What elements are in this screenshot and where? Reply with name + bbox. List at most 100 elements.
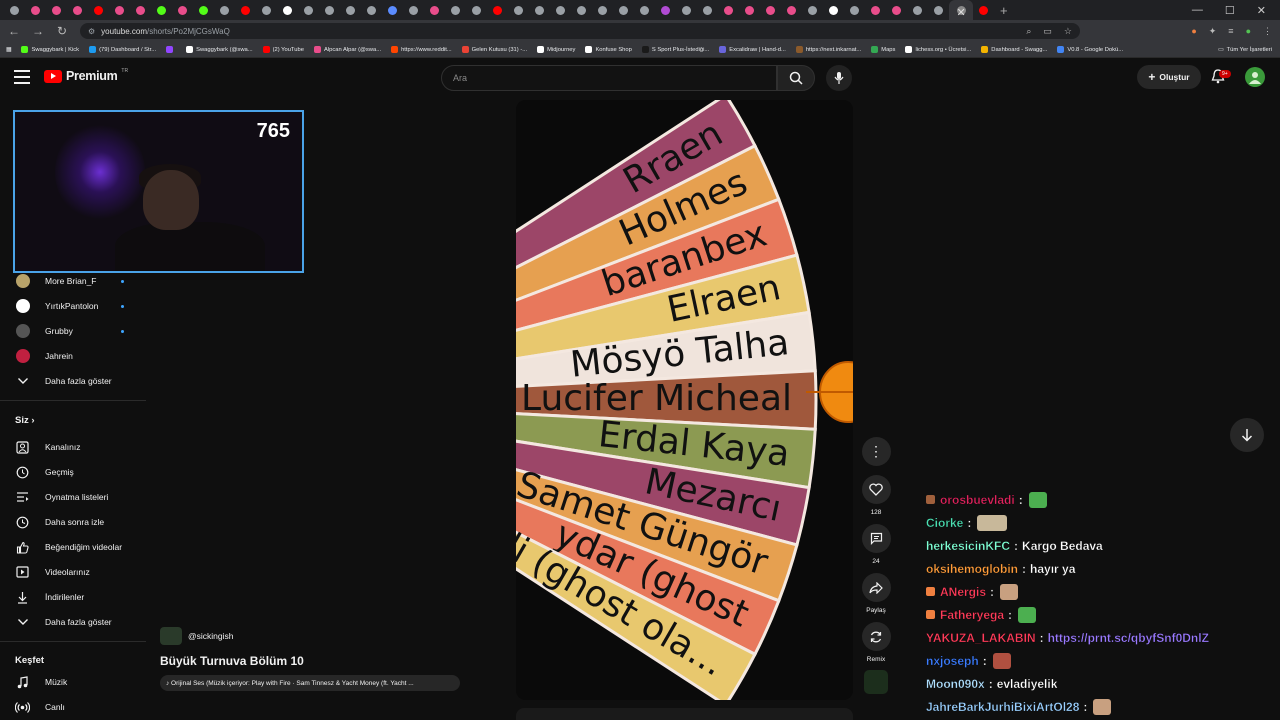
close-window-icon[interactable]: ✕ bbox=[1257, 4, 1266, 17]
browser-tab[interactable] bbox=[823, 0, 844, 20]
sidebar-item[interactable]: Daha sonra izle bbox=[0, 510, 146, 534]
site-info-icon[interactable]: ⚙ bbox=[88, 27, 95, 36]
browser-tab-active[interactable]: ✕ bbox=[949, 0, 973, 20]
browser-tab[interactable] bbox=[88, 0, 109, 20]
chat-username[interactable]: JahreBarkJurhiBixiArtOl28 bbox=[926, 699, 1080, 713]
browser-tab[interactable] bbox=[109, 0, 130, 20]
bookmark-item[interactable]: lichess.org • Ücretsi... bbox=[905, 46, 971, 53]
browser-tab[interactable] bbox=[718, 0, 739, 20]
reload-icon[interactable]: ↻ bbox=[56, 24, 68, 38]
minimize-icon[interactable]: — bbox=[1192, 4, 1203, 16]
chat-username[interactable]: ANergis bbox=[940, 584, 986, 598]
hamburger-menu-icon[interactable] bbox=[14, 70, 30, 84]
youtube-logo[interactable]: Premium TR bbox=[44, 68, 128, 83]
media-icon[interactable]: ≡ bbox=[1228, 26, 1233, 37]
sidebar-item[interactable]: İndirilenler bbox=[0, 585, 146, 609]
browser-tab[interactable] bbox=[676, 0, 697, 20]
bookmark-item[interactable]: Dashboard - Swagg... bbox=[981, 46, 1047, 53]
browser-tab[interactable] bbox=[928, 0, 949, 20]
puzzle-icon[interactable]: ✦ bbox=[1209, 26, 1217, 37]
browser-tab[interactable] bbox=[67, 0, 88, 20]
browser-tab[interactable] bbox=[382, 0, 403, 20]
browser-tab[interactable] bbox=[781, 0, 802, 20]
bookmark-item[interactable]: (2) YouTube bbox=[262, 46, 304, 53]
browser-tab[interactable] bbox=[697, 0, 718, 20]
browser-tab[interactable] bbox=[46, 0, 67, 20]
bookmark-item[interactable]: Swaggybark | Kick bbox=[21, 46, 79, 53]
bookmark-star-icon[interactable]: ☆ bbox=[1064, 26, 1072, 37]
profile-icon[interactable]: ● bbox=[1246, 26, 1251, 37]
chat-username[interactable]: Moon090x bbox=[926, 676, 985, 690]
bookmark-item[interactable]: Alpcan Alpar (@swa... bbox=[313, 46, 381, 53]
browser-tab[interactable] bbox=[655, 0, 676, 20]
browser-tab[interactable] bbox=[361, 0, 382, 20]
browser-tab[interactable] bbox=[235, 0, 256, 20]
search-button[interactable] bbox=[777, 65, 815, 91]
browser-tab[interactable] bbox=[25, 0, 46, 20]
bookmark-item[interactable]: Swaggybark (@swa... bbox=[186, 46, 253, 53]
browser-tab[interactable] bbox=[613, 0, 634, 20]
short-channel-avatar[interactable] bbox=[160, 627, 182, 645]
short-channel[interactable]: @sickingish bbox=[160, 627, 233, 645]
sidebar-item[interactable]: Daha fazla göster bbox=[0, 369, 146, 393]
browser-tab[interactable] bbox=[151, 0, 172, 20]
sidebar-item[interactable]: Geçmiş bbox=[0, 460, 146, 484]
chat-username[interactable]: Ciorke bbox=[926, 515, 964, 529]
sidebar-item[interactable]: YırtıkPantolon bbox=[0, 294, 146, 318]
sidebar-item[interactable]: Grubby bbox=[0, 319, 146, 343]
next-short-preview[interactable] bbox=[516, 708, 853, 720]
browser-tab[interactable] bbox=[298, 0, 319, 20]
chat-username[interactable]: nxjoseph bbox=[926, 653, 979, 667]
forward-icon[interactable]: → bbox=[32, 24, 44, 38]
browser-tab[interactable] bbox=[256, 0, 277, 20]
sidebar-item[interactable]: Jahrein bbox=[0, 344, 146, 368]
browser-tab[interactable] bbox=[4, 0, 25, 20]
bookmark-item[interactable]: Excalidraw | Hand-d... bbox=[719, 46, 786, 53]
bookmark-item[interactable]: S Sport Plus-İstediği... bbox=[641, 46, 709, 53]
bookmark-item[interactable]: Konfuse Shop bbox=[585, 46, 632, 53]
bookmark-item[interactable]: Midjourney bbox=[537, 46, 575, 53]
chat-username[interactable]: Fatheryega bbox=[940, 607, 1004, 621]
bookmark-item[interactable]: Gelen Kutusu (31) -... bbox=[461, 46, 527, 53]
bookmark-item[interactable]: https://www.reddit... bbox=[391, 46, 452, 53]
browser-tab[interactable] bbox=[529, 0, 550, 20]
browser-tab[interactable] bbox=[277, 0, 298, 20]
chat-username[interactable]: herkesicinKFC bbox=[926, 538, 1010, 552]
browser-tab[interactable] bbox=[130, 0, 151, 20]
sidebar-item[interactable]: Müzik bbox=[0, 670, 146, 694]
browser-tab[interactable] bbox=[592, 0, 613, 20]
sidebar-item[interactable]: Canlı bbox=[0, 695, 146, 719]
omnibox[interactable]: ⚙ youtube.com/shorts/Po2MjCGsWaQ ⌕ ▭ ☆ bbox=[80, 23, 1080, 39]
back-icon[interactable]: ← bbox=[8, 24, 20, 38]
browser-tab[interactable] bbox=[172, 0, 193, 20]
browser-tab[interactable] bbox=[865, 0, 886, 20]
chat-username[interactable]: orosbuevladi bbox=[940, 492, 1015, 506]
browser-tab[interactable] bbox=[214, 0, 235, 20]
bookmark-item[interactable]: https://next.inkarnat... bbox=[795, 46, 861, 53]
zoom-icon[interactable]: ⌕ bbox=[1026, 26, 1031, 37]
search-input[interactable]: Ara bbox=[441, 65, 777, 91]
chat-username[interactable]: YAKUZA_LAKABIN bbox=[926, 630, 1036, 644]
browser-tab[interactable] bbox=[424, 0, 445, 20]
browser-tab[interactable] bbox=[760, 0, 781, 20]
more-options-button[interactable]: ⋮ bbox=[861, 437, 891, 466]
apps-grid-icon[interactable]: ▦ bbox=[6, 47, 11, 53]
maximize-icon[interactable]: ☐ bbox=[1225, 4, 1235, 17]
new-tab-icon[interactable]: + bbox=[994, 3, 1014, 18]
browser-tab[interactable] bbox=[340, 0, 361, 20]
sidebar-you-heading[interactable]: Siz › bbox=[15, 415, 35, 426]
cast-icon[interactable]: ▭ bbox=[1043, 26, 1052, 37]
browser-tab[interactable] bbox=[907, 0, 928, 20]
remix-button[interactable] bbox=[861, 622, 891, 651]
voice-search-button[interactable] bbox=[826, 65, 852, 91]
browser-tab[interactable] bbox=[193, 0, 214, 20]
like-button[interactable] bbox=[861, 475, 891, 504]
bookmark-item[interactable] bbox=[166, 46, 176, 53]
browser-menu-icon[interactable]: ⋮ bbox=[1263, 26, 1272, 37]
short-audio-pill[interactable]: ♪ Orijinal Ses (Müzik içeriyor: Play wit… bbox=[160, 675, 460, 691]
sidebar-item[interactable]: Kanalınız bbox=[0, 435, 146, 459]
bookmark-item[interactable]: (79) Dashboard / Str... bbox=[89, 46, 156, 53]
browser-tab[interactable] bbox=[973, 0, 994, 20]
next-short-button[interactable] bbox=[1230, 418, 1264, 452]
browser-tab[interactable] bbox=[319, 0, 340, 20]
